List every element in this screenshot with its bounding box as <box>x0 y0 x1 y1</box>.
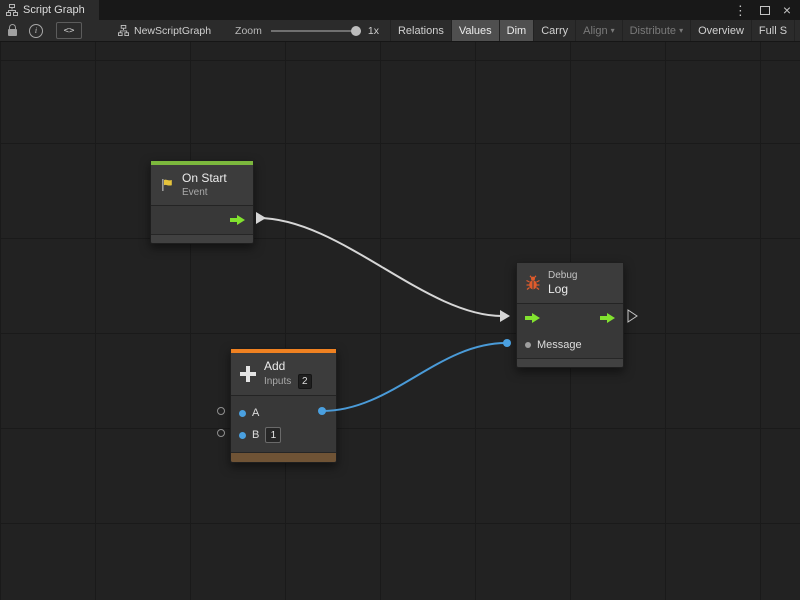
graph-name: NewScriptGraph <box>134 25 211 37</box>
on-start-header: On Start Event <box>151 165 253 205</box>
add-port-a-row: A <box>231 402 336 424</box>
debug-log-header: Debug Log <box>517 263 623 303</box>
align-label: Align <box>583 25 607 37</box>
port-b-label: B <box>252 429 259 441</box>
chevron-down-icon: ▾ <box>679 26 683 35</box>
toolbar-button-carry[interactable]: Carry <box>533 20 575 42</box>
code-preview-button[interactable]: <> <box>56 22 82 39</box>
zoom-label: Zoom <box>235 25 262 37</box>
window-menu-icon[interactable]: ⋮ <box>734 4 747 17</box>
window-close-icon[interactable]: × <box>783 3 791 17</box>
graph-canvas[interactable]: On Start Event <box>0 42 800 600</box>
node-footer <box>151 234 253 243</box>
script-graph-window: Script Graph ⋮ × i <> NewScriptGraph Zoo… <box>0 0 800 600</box>
window-maximize-icon[interactable] <box>760 6 770 15</box>
add-titles: Add Inputs 2 <box>264 359 312 389</box>
chevron-down-icon: ▾ <box>611 26 615 35</box>
graph-breadcrumb[interactable]: NewScriptGraph <box>118 25 211 37</box>
window-controls: ⋮ × <box>734 0 800 20</box>
node-debug-log[interactable]: Debug Log Message <box>516 262 624 368</box>
distribute-label: Distribute <box>630 25 676 37</box>
inputs-label: Inputs <box>264 376 291 387</box>
graph-toolbar: i <> NewScriptGraph Zoom 1x Relations Va… <box>0 20 800 42</box>
log-flow-output-ghost <box>628 310 637 322</box>
script-graph-tab-icon <box>6 4 18 16</box>
flow-input-port[interactable] <box>525 313 540 323</box>
flow-output-port[interactable] <box>600 313 615 323</box>
flag-icon <box>159 177 175 193</box>
debug-log-flow-row <box>517 304 623 332</box>
node-title: On Start <box>182 171 227 186</box>
port-b-input[interactable] <box>239 432 246 439</box>
wire-flow-end-arrow <box>500 310 510 322</box>
ghost-port-b <box>218 430 225 437</box>
port-a-input[interactable] <box>239 410 246 417</box>
add-port-b-row: B 1 <box>231 424 336 446</box>
zoom-value: 1x <box>368 25 379 37</box>
tab-title: Script Graph <box>23 4 85 16</box>
toolbar-button-distribute[interactable]: Distribute ▾ <box>622 20 690 42</box>
wire-value-add-to-message[interactable] <box>322 343 506 411</box>
plus-icon <box>239 365 257 383</box>
node-subtitle: Event <box>182 186 227 199</box>
wire-flow-onstart-to-log[interactable] <box>258 218 502 316</box>
port-a-label: A <box>252 407 259 419</box>
info-icon[interactable]: i <box>29 24 43 38</box>
node-on-start[interactable]: On Start Event <box>150 160 254 244</box>
node-title: Log <box>548 282 577 297</box>
add-header: Add Inputs 2 <box>231 353 336 395</box>
on-start-titles: On Start Event <box>182 171 227 199</box>
toolbar-button-fullscreen[interactable]: Full S <box>751 20 795 42</box>
on-start-output-row <box>151 206 253 234</box>
message-input-port[interactable] <box>525 342 531 348</box>
toolbar-button-overview[interactable]: Overview <box>690 20 751 42</box>
wire-flow-start-arrow <box>256 212 266 224</box>
toolbar-button-relations[interactable]: Relations <box>390 20 451 42</box>
add-ports: A B 1 <box>231 396 336 452</box>
node-footer <box>231 452 336 462</box>
ghost-port-a <box>218 408 225 415</box>
node-footer <box>517 358 623 367</box>
flow-output-port[interactable] <box>230 215 245 225</box>
node-title: Add <box>264 359 312 374</box>
zoom-slider-handle[interactable] <box>351 26 361 36</box>
debug-log-titles: Debug Log <box>548 269 577 297</box>
titlebar: Script Graph ⋮ × <box>0 0 800 20</box>
bug-icon <box>525 275 541 291</box>
toolbar-button-align[interactable]: Align ▾ <box>575 20 621 42</box>
toolbar-button-values[interactable]: Values <box>451 20 499 42</box>
connections-layer <box>0 42 800 600</box>
toolbar-button-dim[interactable]: Dim <box>499 20 534 42</box>
tab-script-graph[interactable]: Script Graph <box>0 0 99 20</box>
inputs-count-field[interactable]: 2 <box>298 374 312 389</box>
lock-icon[interactable] <box>8 29 17 36</box>
toolbar-toggle-group: Relations Values Dim Carry Align ▾ Distr… <box>390 20 795 42</box>
debug-log-message-row: Message <box>517 332 623 358</box>
node-category: Debug <box>548 269 577 282</box>
wire-value-end-dot <box>503 339 511 347</box>
graph-asset-icon <box>118 25 129 36</box>
zoom-slider[interactable] <box>271 30 361 32</box>
node-add[interactable]: Add Inputs 2 A B 1 <box>230 348 337 463</box>
message-port-label: Message <box>537 339 582 351</box>
port-b-value-field[interactable]: 1 <box>265 427 281 443</box>
node-subtitle: Inputs 2 <box>264 374 312 389</box>
